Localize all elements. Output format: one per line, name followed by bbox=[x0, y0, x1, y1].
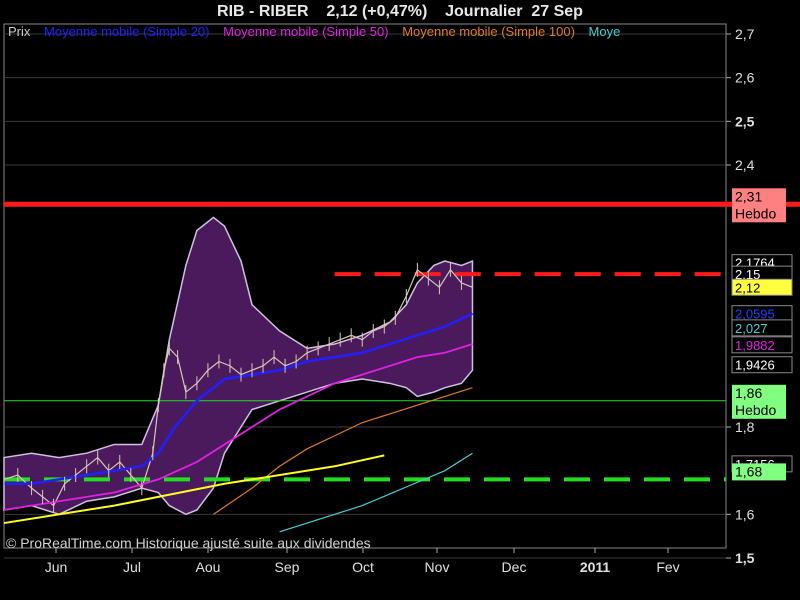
tick-label-y: 2,6 bbox=[735, 70, 755, 86]
tick-label-x: Jun bbox=[45, 559, 68, 575]
watermark: © ProRealTime.com Historique ajusté suit… bbox=[6, 535, 371, 551]
tick-label-y: 1,5 bbox=[735, 550, 755, 566]
tick-label-x: Dec bbox=[502, 559, 527, 575]
legend: Prix Moyenne mobile (Simple 20) Moyenne … bbox=[8, 24, 726, 39]
tick-label-y: 2,4 bbox=[735, 157, 755, 173]
level-tag-value: 1,68 bbox=[735, 463, 762, 479]
tick-label-x: Oct bbox=[352, 559, 374, 575]
tick-label-y: 2,5 bbox=[735, 113, 755, 129]
tick-label-x: Nov bbox=[425, 559, 450, 575]
tick-label-y: 1,8 bbox=[735, 419, 755, 435]
tick-label-x: Sep bbox=[275, 559, 300, 575]
legend-price: Prix bbox=[8, 24, 31, 39]
tick-label-x: 2011 bbox=[580, 559, 611, 575]
legend-sma100: Moyenne mobile (Simple 100) bbox=[402, 24, 575, 39]
price-tag: 1,9426 bbox=[735, 358, 775, 373]
legend-sma50: Moyenne mobile (Simple 50) bbox=[223, 24, 389, 39]
level-tag-sublabel: Hebdo bbox=[735, 205, 776, 221]
level-tag-value: 2,31 bbox=[735, 188, 762, 204]
level-tag-sublabel: Hebdo bbox=[735, 402, 776, 418]
tick-label-y: 2,7 bbox=[735, 26, 755, 42]
tick-label-x: Aou bbox=[196, 559, 221, 575]
legend-sma200: Moye bbox=[588, 24, 621, 39]
price-chart[interactable]: 2,7 2,6 2,5 2,4 1,8 1,6 1,5 Jun Jul Aou Sep Oct Nov D… bbox=[0, 0, 800, 600]
tick-label-x: Fev bbox=[656, 559, 679, 575]
price-tag: 2,12 bbox=[735, 280, 760, 295]
price-tag: 2,027 bbox=[735, 321, 768, 336]
price-tag: 1,9882 bbox=[735, 338, 775, 353]
tick-label-y: 1,6 bbox=[735, 506, 755, 522]
legend-sma20: Moyenne mobile (Simple 20) bbox=[44, 24, 210, 39]
level-tag-value: 1,86 bbox=[735, 385, 762, 401]
tick-label-x: Jul bbox=[123, 559, 141, 575]
